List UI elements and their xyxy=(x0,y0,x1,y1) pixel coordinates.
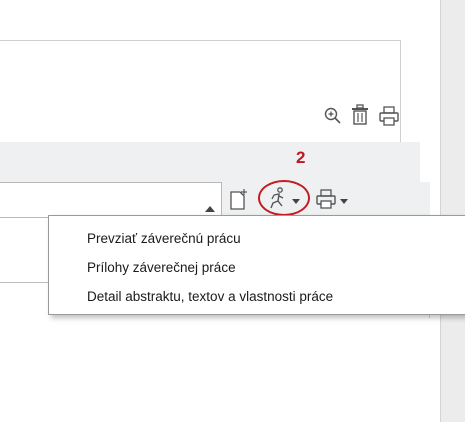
chevron-down-icon[interactable] xyxy=(339,197,349,205)
right-divider xyxy=(440,0,441,422)
right-strip xyxy=(440,0,465,422)
annotation-circle xyxy=(258,180,310,216)
trash-icon[interactable] xyxy=(350,104,370,126)
menu-item-download-thesis[interactable]: Prevziať záverečnú prácu xyxy=(87,230,241,248)
printer-icon[interactable] xyxy=(378,105,400,127)
menu-item-abstract-details[interactable]: Detail abstraktu, textov a vlastnosti pr… xyxy=(87,288,333,306)
new-document-icon[interactable] xyxy=(228,188,250,212)
sort-caret-icon[interactable] xyxy=(204,204,216,214)
list-row[interactable] xyxy=(0,182,222,218)
zoom-in-icon[interactable] xyxy=(323,106,343,126)
actions-dropdown-menu: Prevziať záverečnú prácu Prílohy závereč… xyxy=(48,215,465,315)
toolbar-band xyxy=(0,142,420,182)
printer-icon[interactable] xyxy=(315,188,337,210)
step-number-badge: 2 xyxy=(296,148,306,167)
menu-item-thesis-attachments[interactable]: Prílohy záverečnej práce xyxy=(87,259,236,277)
